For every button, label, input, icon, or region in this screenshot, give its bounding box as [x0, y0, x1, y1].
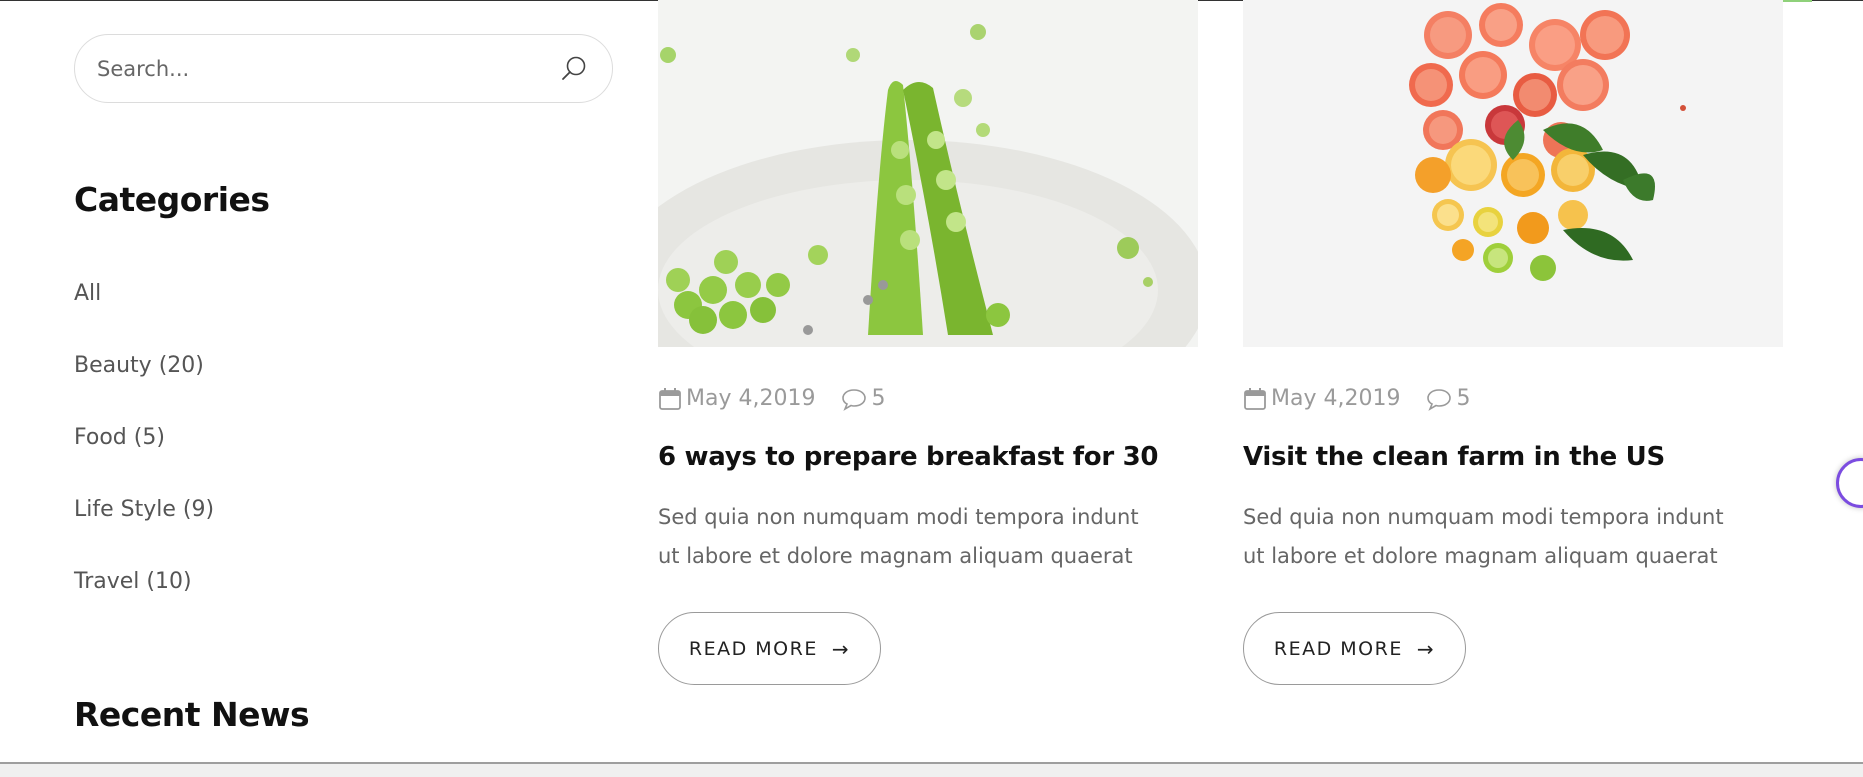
category-link-travel[interactable]: Travel (10): [74, 564, 214, 636]
search-input[interactable]: [97, 49, 537, 89]
category-link-life-style[interactable]: Life Style (9): [74, 492, 214, 564]
post-title[interactable]: 6 ways to prepare breakfast for 30: [658, 442, 1198, 472]
post-title[interactable]: Visit the clean farm in the US: [1243, 442, 1783, 472]
comment-icon: [842, 388, 867, 411]
read-more-button[interactable]: READ MORE →: [1243, 612, 1466, 685]
categories-heading: Categories: [74, 180, 270, 219]
read-more-button[interactable]: READ MORE →: [658, 612, 881, 685]
search-box: [74, 34, 613, 103]
calendar-icon: [1244, 387, 1266, 410]
post-image[interactable]: [658, 0, 1198, 347]
comment-count[interactable]: 5: [1456, 386, 1470, 411]
post-date: May 4,2019: [1271, 386, 1401, 411]
post-date: May 4,2019: [686, 386, 816, 411]
comment-icon: [1427, 388, 1452, 411]
read-more-label: READ MORE: [688, 637, 818, 660]
comment-count[interactable]: 5: [871, 386, 885, 411]
post-image[interactable]: [1243, 0, 1783, 347]
post-excerpt: Sed quia non numquam modi tempora indunt…: [1243, 505, 1724, 568]
post-meta: May 4,2019 5: [658, 386, 885, 411]
arrow-right-icon: →: [831, 636, 851, 661]
post-excerpt: Sed quia non numquam modi tempora indunt…: [658, 505, 1139, 568]
read-more-label: READ MORE: [1273, 637, 1403, 660]
citrus-fruits-photo-icon: [1243, 0, 1783, 347]
category-link-food[interactable]: Food (5): [74, 420, 214, 492]
chat-widget-button[interactable]: [1836, 458, 1863, 508]
calendar-icon: [659, 387, 681, 410]
recent-news-heading: Recent News: [74, 695, 310, 734]
green-peas-photo-icon: [658, 0, 1198, 347]
post-meta: May 4,2019 5: [1243, 386, 1470, 411]
arrow-right-icon: →: [1416, 636, 1436, 661]
category-list: All Beauty (20) Food (5) Life Style (9) …: [74, 276, 214, 636]
category-link-all[interactable]: All: [74, 276, 214, 348]
bottom-bar: [0, 762, 1863, 777]
category-link-beauty[interactable]: Beauty (20): [74, 348, 214, 420]
search-icon[interactable]: [559, 54, 589, 84]
